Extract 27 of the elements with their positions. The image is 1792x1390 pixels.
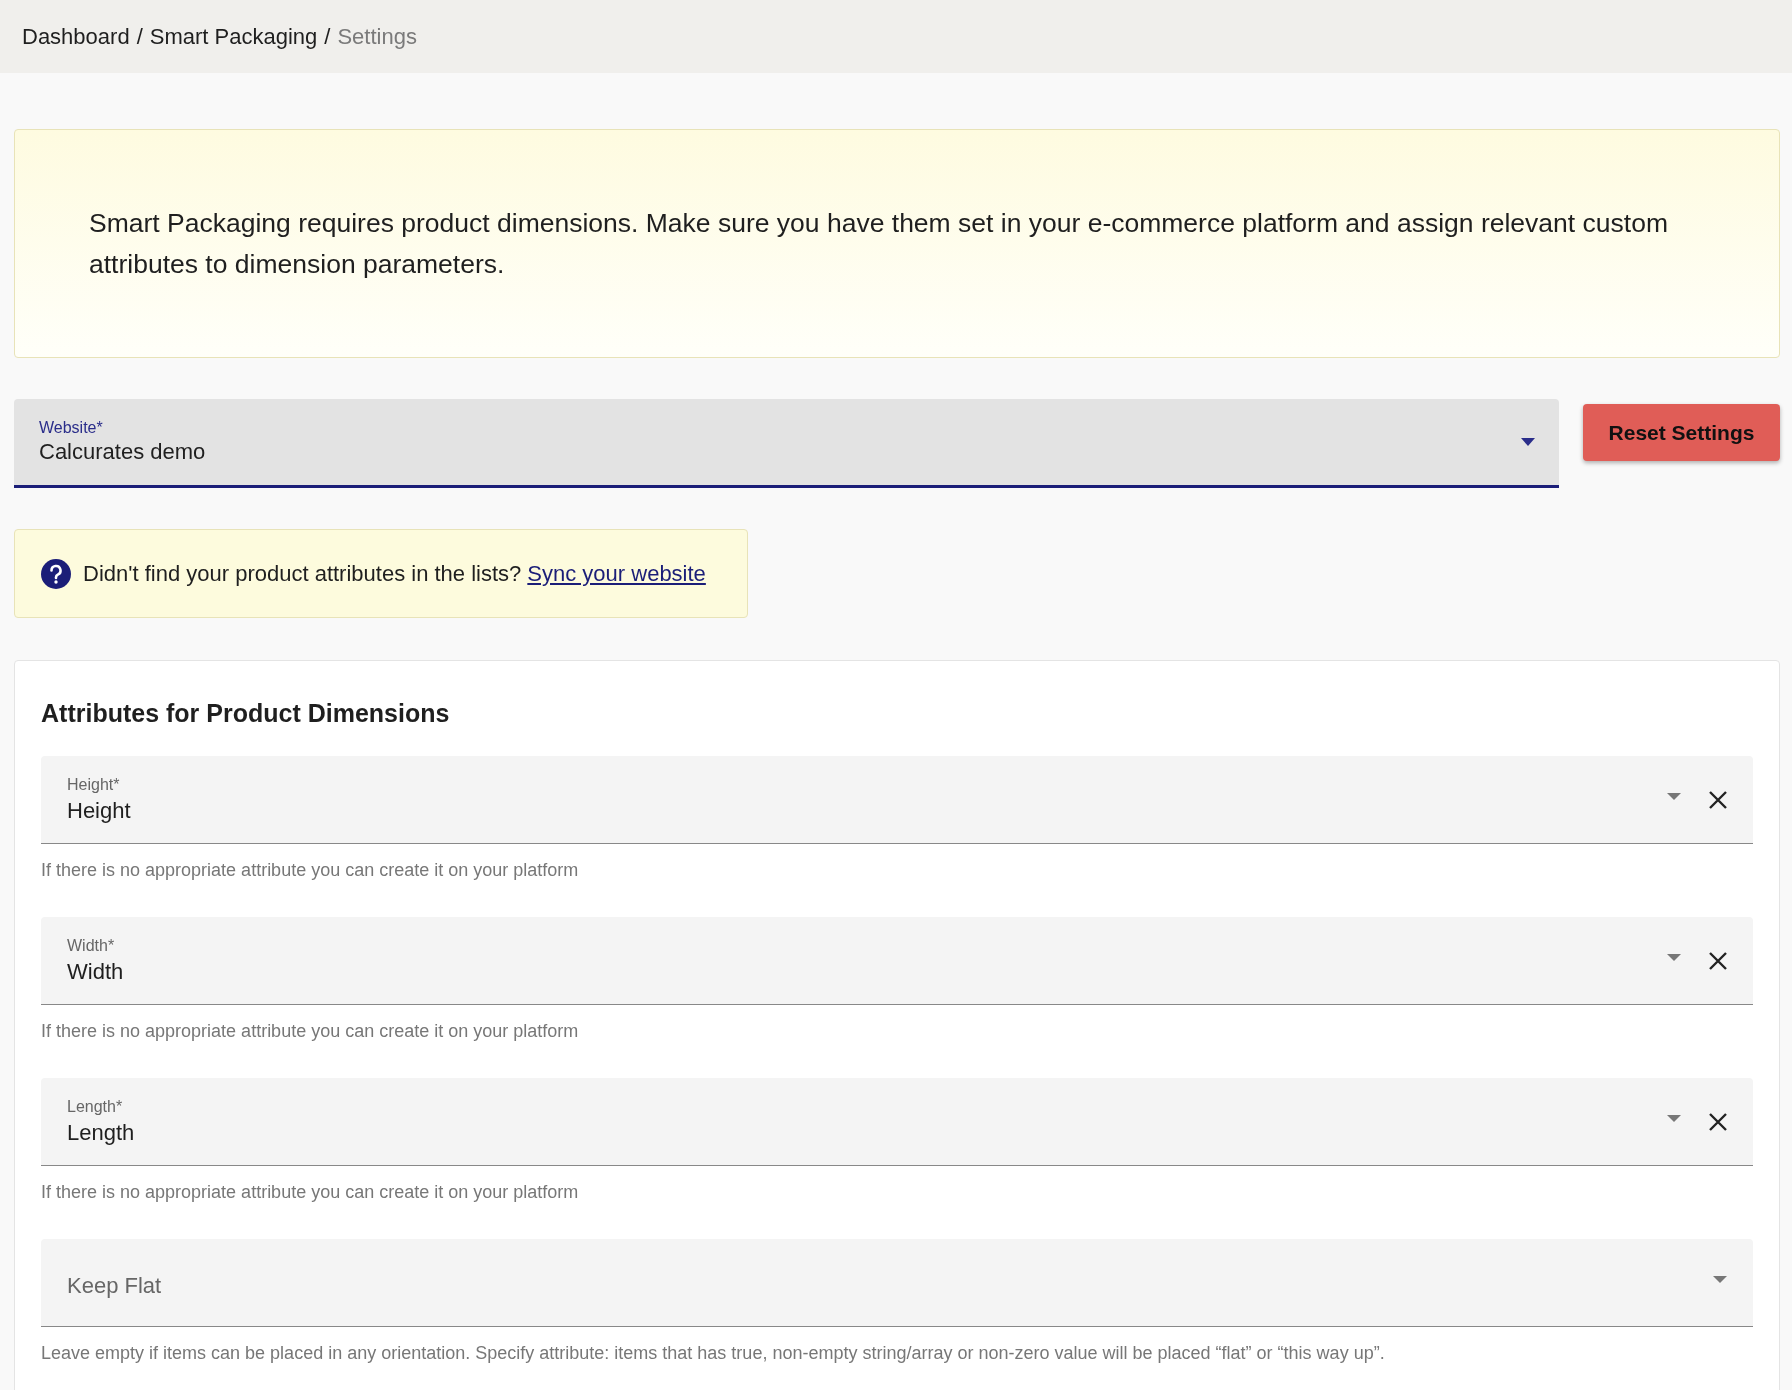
notice-text: Smart Packaging requires product dimensions. Make sure you have them set in your e-commerce platform and assign relevant custom attributes to dimension parameters. (89, 206, 1669, 281)
breadcrumb-link[interactable]: Dashboard (22, 23, 130, 50)
close-icon[interactable] (1709, 790, 1727, 809)
help-icon (41, 558, 71, 589)
breadcrumb-link[interactable]: Smart Packaging (149, 23, 318, 50)
website-select[interactable]: Website* Calcurates demo (14, 399, 1559, 488)
caret-icon (1667, 954, 1681, 961)
attribute-select[interactable]: Length* Length (41, 1078, 1753, 1166)
attribute-select[interactable]: Height* Height (41, 756, 1753, 844)
helper-text: If there is no appropriate attribute you can create it on your platform (41, 1182, 580, 1203)
helper-text: If there is no appropriate attribute you can create it on your platform (41, 1021, 580, 1042)
sync-website-link[interactable]: Sync your website (527, 560, 706, 587)
caret-icon (1521, 438, 1535, 446)
attribute-select[interactable]: Width* Width (41, 917, 1753, 1005)
caret-icon (1667, 793, 1681, 800)
helper-text: If there is no appropriate attribute you can create it on your platform (41, 860, 580, 881)
breadcrumb-separator: / (324, 23, 331, 50)
close-icon[interactable] (1709, 1112, 1727, 1131)
reset-settings-button[interactable]: Reset Settings (1583, 404, 1780, 461)
sync-hint-text: Didn't find your product attributes in the lists? (83, 560, 522, 587)
section-title: Attributes for Product Dimensions (41, 699, 451, 728)
close-icon[interactable] (1709, 951, 1727, 970)
helper-text: Leave empty if items can be placed in any orientation. Specify attribute: items that has true, non-empty string/array or non-zero value will be placed “flat” or “this way up”. (41, 1343, 1386, 1364)
breadcrumb-separator: / (136, 23, 143, 50)
caret-icon (1713, 1276, 1727, 1283)
attribute-select[interactable]: Keep Flat (41, 1239, 1753, 1327)
caret-icon (1667, 1115, 1681, 1122)
